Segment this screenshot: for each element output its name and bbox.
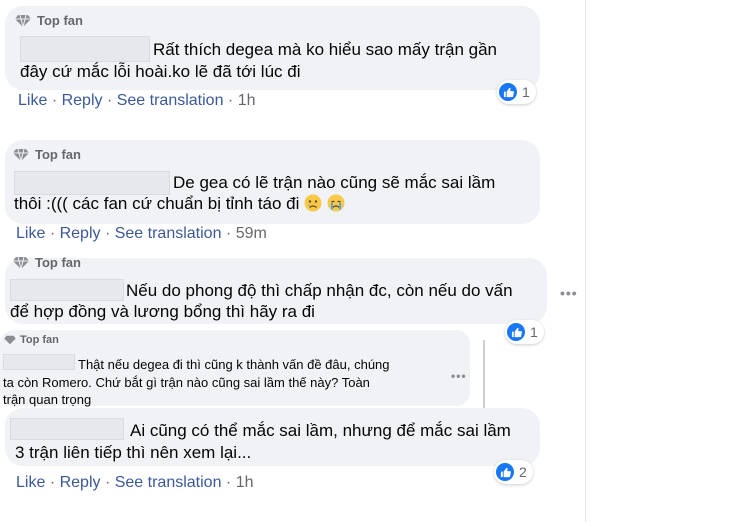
timestamp[interactable]: 1h [238,92,256,109]
more-options-icon[interactable]: ••• [451,369,467,383]
comment-text-3a: Nếu do phong độ thì chấp nhận đc, còn nế… [126,281,513,300]
see-translation-link[interactable]: See translation [117,92,224,109]
thumbs-up-icon [507,323,525,341]
badge-label: Top fan [35,147,81,162]
redacted-author-1 [20,36,150,62]
comment-text-3b: để hợp đồng và lương bổng thì hãy ra đi [10,302,315,321]
more-options-icon[interactable]: ••• [560,285,578,301]
diamond-icon [13,256,29,270]
reply-link[interactable]: Reply [60,225,101,242]
comment-text-1a: Rất thích degea mà ko hiểu sao mấy trận … [153,40,497,59]
comment-text-2a: De gea có lẽ trận nào cũng sẽ mắc sai lầ… [173,173,496,192]
comment-text-5a: Ai cũng có thể mắc sai lầm, nhưng để mắc… [130,421,511,440]
like-link[interactable]: Like [16,225,45,242]
comment-actions-1: Like · Reply · See translation · 1h [18,92,256,109]
top-fan-badge-1: Top fan [15,13,83,28]
badge-label: Top fan [20,334,59,346]
reaction-summary-5[interactable]: 2 [494,460,533,484]
see-translation-link[interactable]: See translation [115,474,222,491]
crying-face-icon [304,194,322,212]
like-link[interactable]: Like [16,474,45,491]
badge-label: Top fan [37,13,83,28]
reaction-count: 1 [522,84,530,100]
comment-text-1b: đây cứ mắc lỗi hoài.ko lẽ đã tới lúc đi [20,62,301,81]
badge-label: Top fan [35,255,81,270]
thumbs-up-icon [499,83,517,101]
comment-text-4b: ta còn Romero. Chứ bắt gì trận nào cũng … [3,375,370,390]
see-translation-link[interactable]: See translation [115,225,222,242]
reaction-summary-3[interactable]: 1 [505,320,544,344]
diamond-icon [4,335,16,345]
comment-text-2b: thôi :((( các fan cứ chuẩn bị tỉnh táo đ… [14,194,300,213]
timestamp[interactable]: 1h [236,474,254,491]
reaction-summary-1[interactable]: 1 [497,80,536,104]
reply-link[interactable]: Reply [60,474,101,491]
diamond-icon [15,14,31,28]
diamond-icon [13,148,29,162]
comment-text-2b-wrap: thôi :((( các fan cứ chuẩn bị tỉnh táo đ… [14,193,345,215]
redacted-author-5 [10,418,124,440]
like-link[interactable]: Like [18,92,47,109]
top-fan-badge-4: Top fan [4,334,59,346]
crying-face-icon [327,194,345,212]
comment-text-4a: Thật nếu degea đi thì cũng k thành vấn đ… [78,357,390,372]
reply-thread-line [483,340,485,410]
redacted-author-4 [3,354,75,370]
comment-text-4c: trận quan trọng [3,392,92,407]
reaction-count: 1 [530,324,538,340]
thumbs-up-icon [496,463,514,481]
reply-link[interactable]: Reply [62,92,103,109]
comment-actions-2: Like · Reply · See translation · 59m [16,225,267,242]
redacted-author-2 [14,171,170,195]
top-fan-badge-3: Top fan [13,255,81,270]
comment-actions-5: Like · Reply · See translation · 1h [16,474,254,491]
comment-text-5b: 3 trận liên tiếp thì nên xem lại... [15,443,252,462]
panel-divider [585,0,586,522]
top-fan-badge-2: Top fan [13,147,81,162]
reaction-count: 2 [519,464,527,480]
redacted-author-3 [10,279,124,301]
timestamp[interactable]: 59m [236,225,267,242]
